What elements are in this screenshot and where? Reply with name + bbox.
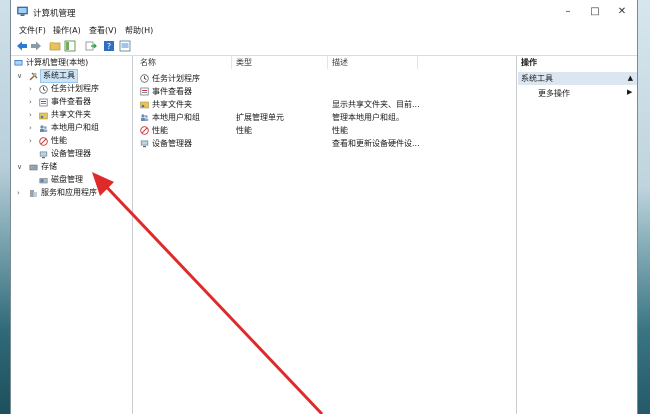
- annotation-arrow-icon: [92, 172, 324, 414]
